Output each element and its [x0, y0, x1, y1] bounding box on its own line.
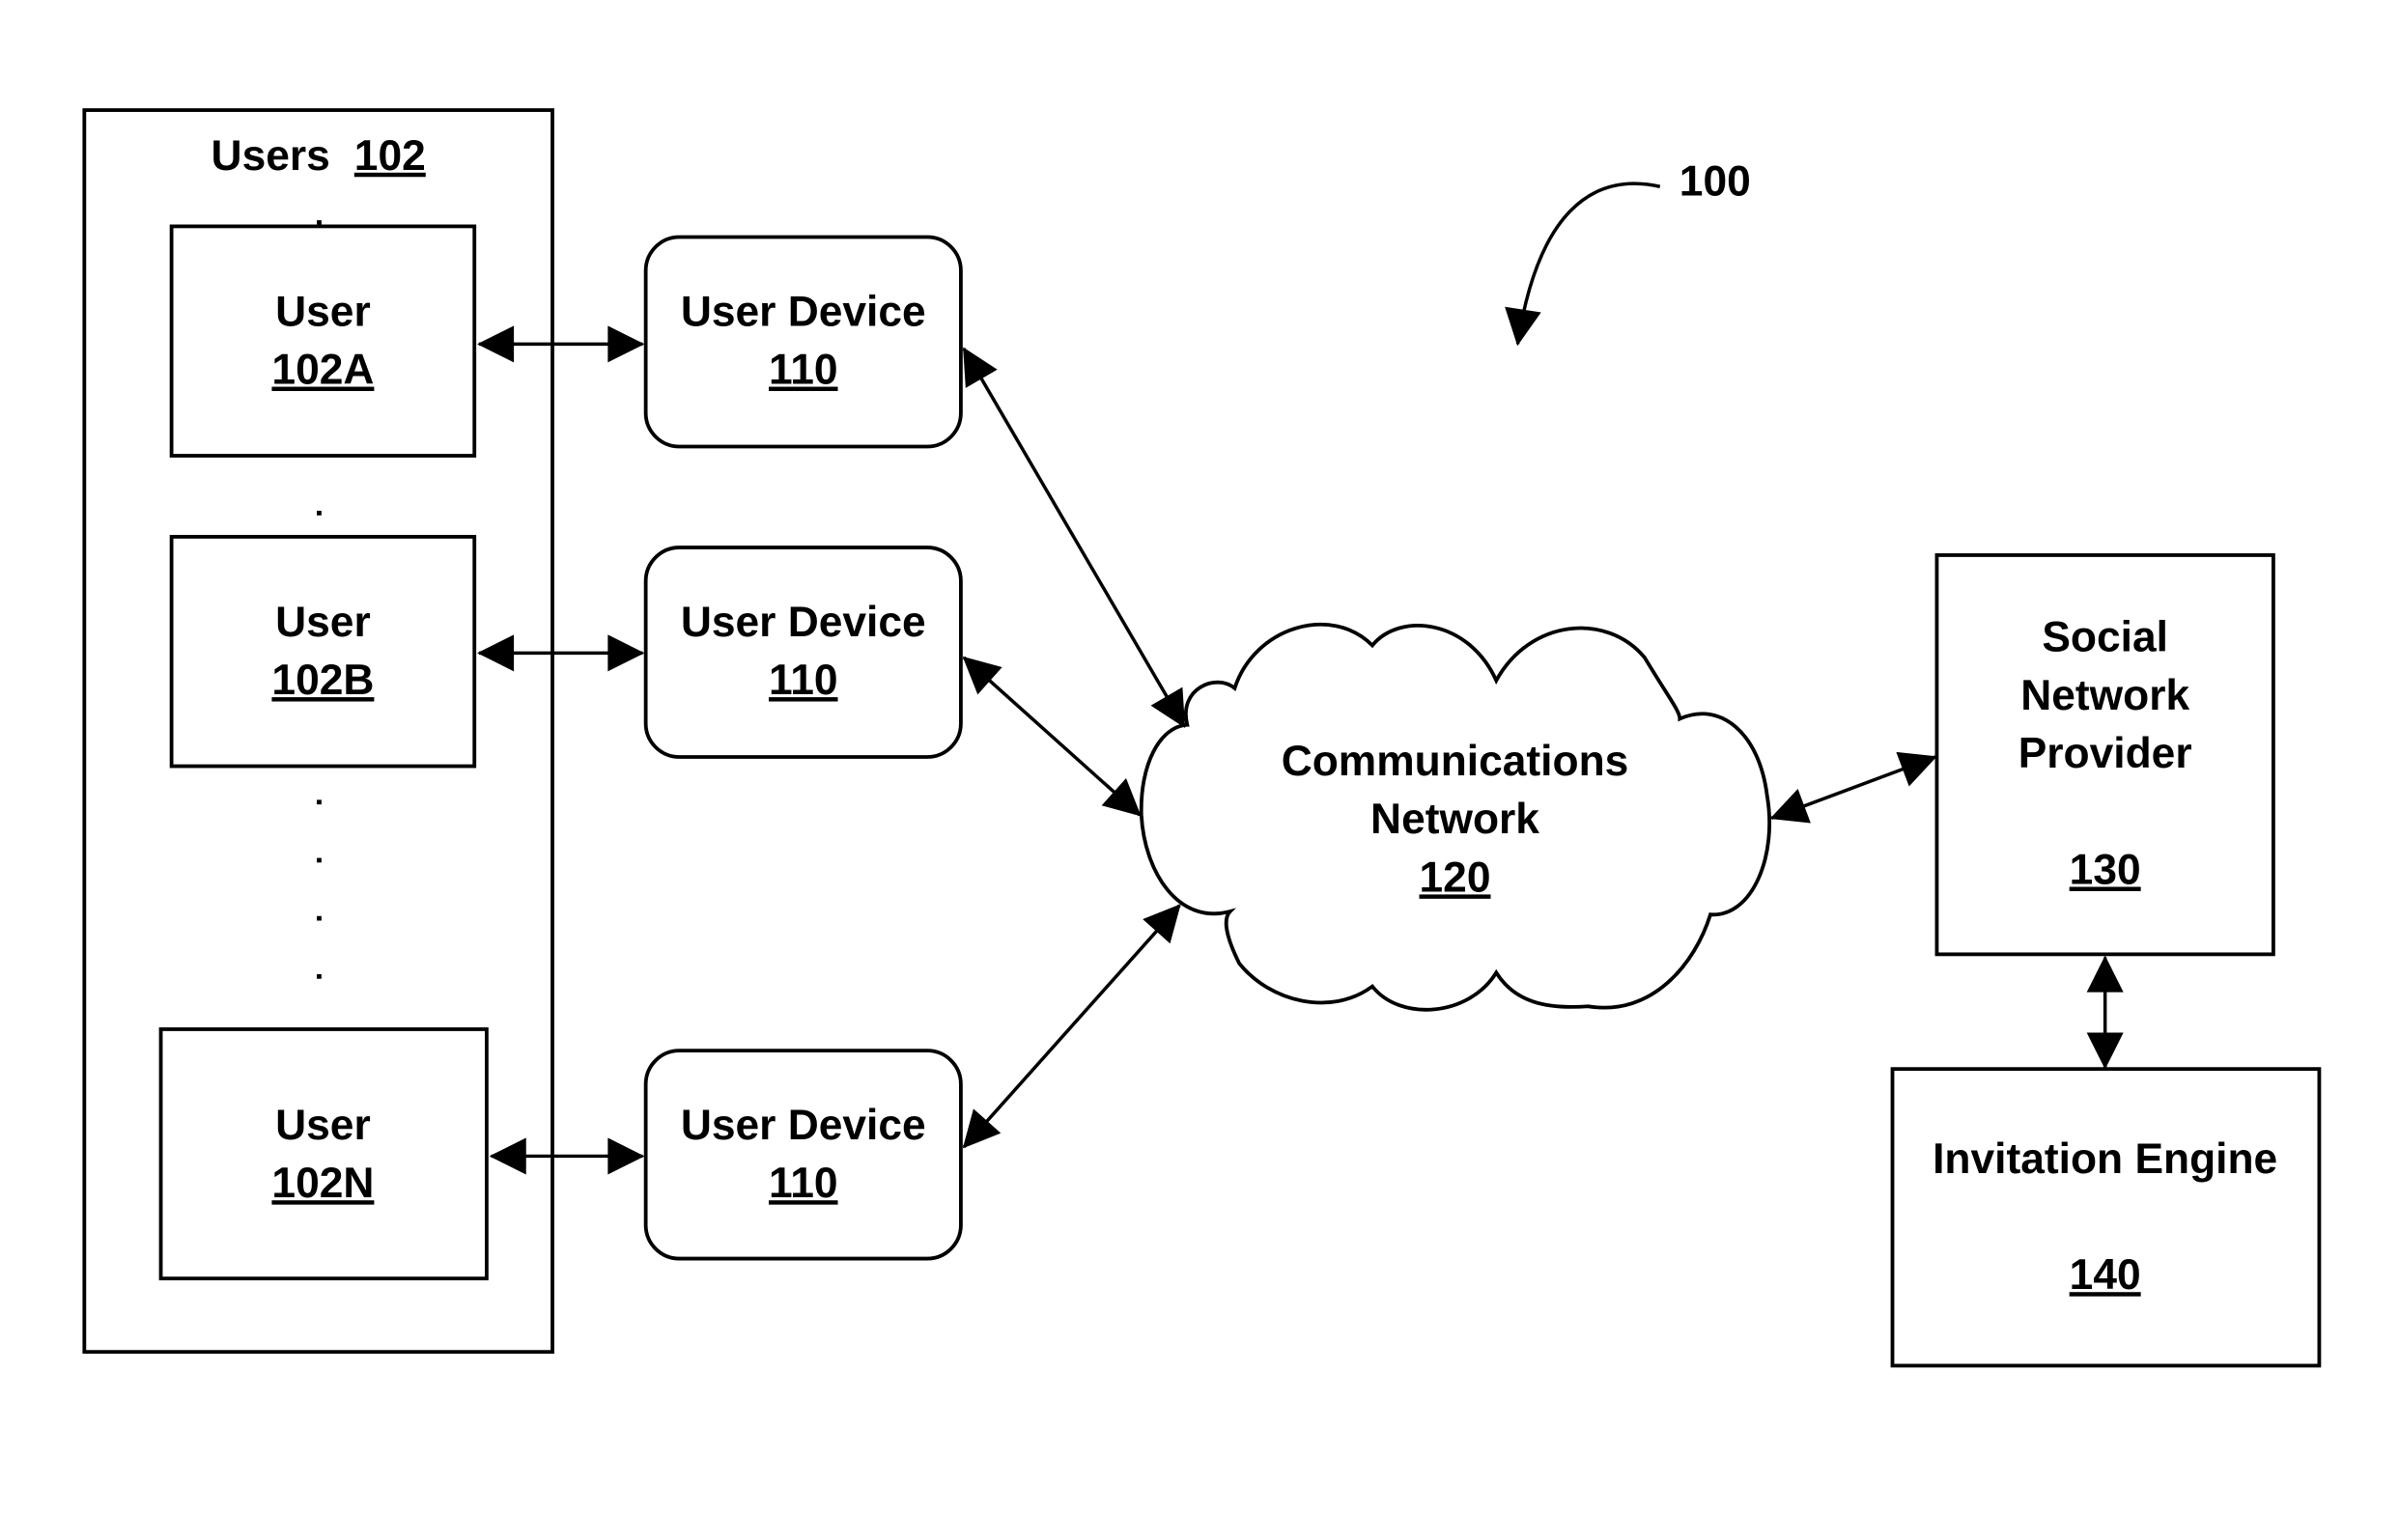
social-network-provider-node[interactable]: Social Network Provider 130 [1934, 553, 2275, 957]
snp-label-line1: Social [2042, 614, 2168, 661]
user-box [169, 535, 477, 769]
user-label: User [275, 1102, 371, 1149]
arrow-device1-network [962, 347, 1186, 729]
user-node-b[interactable]: User 102B [169, 535, 477, 769]
user-ref: 102B [271, 657, 374, 704]
invitation-engine-label: Invitation Engine [1933, 1135, 2277, 1183]
user-box [169, 224, 477, 458]
figure-reference-label: 100 [1679, 158, 1751, 206]
network-ref: 120 [1420, 854, 1491, 901]
user-device-ref: 110 [769, 657, 838, 704]
arrow-network-snp [1769, 751, 1937, 824]
user-box [158, 1027, 489, 1281]
dot [317, 799, 322, 805]
invitation-engine-ref: 140 [2070, 1251, 2141, 1299]
users-group-title: Users 102 [212, 132, 426, 180]
user-node-n[interactable]: User 102N [158, 1027, 489, 1281]
dot [317, 511, 322, 516]
snp-label-line2: Network [2020, 672, 2189, 719]
network-label-line2: Network [1370, 796, 1539, 843]
snp-ref: 130 [2070, 847, 2141, 894]
arrow-device3-network [962, 904, 1181, 1149]
users-group-ref: 102 [354, 132, 426, 180]
users-group-title-text: Users [212, 132, 330, 180]
user-ref: 102A [271, 347, 374, 394]
invitation-engine-node[interactable]: Invitation Engine 140 [1890, 1067, 2322, 1368]
user-device-ref: 110 [769, 1160, 838, 1207]
dot [317, 220, 322, 225]
dot [317, 857, 322, 863]
communications-network-node[interactable]: Communications Network 120 [1139, 622, 1772, 1012]
user-device-node-1[interactable]: User Device 110 [643, 235, 963, 449]
user-device-node-2[interactable]: User Device 110 [643, 546, 963, 759]
system-diagram: Users 102 User 102A User 102B User 102N … [82, 108, 2322, 1368]
network-label-line1: Communications [1282, 738, 1629, 785]
dot [317, 973, 322, 979]
invitation-engine-box [1890, 1067, 2322, 1368]
dot [317, 915, 322, 921]
snp-label-line3: Provider [2018, 730, 2192, 777]
figure-reference: 100 [1505, 158, 1751, 347]
reference-arrow [1505, 182, 1661, 347]
user-device-box [643, 1049, 963, 1261]
user-device-box [643, 235, 963, 449]
user-device-label: User Device [681, 1102, 926, 1149]
user-device-label: User Device [681, 599, 926, 646]
arrow-device2-network [962, 656, 1142, 817]
user-label: User [275, 599, 371, 646]
user-label: User [275, 288, 371, 335]
user-device-node-3[interactable]: User Device 110 [643, 1049, 963, 1261]
user-device-box [643, 546, 963, 759]
user-device-ref: 110 [769, 347, 838, 394]
user-device-label: User Device [681, 288, 926, 335]
user-ref: 102N [271, 1160, 374, 1207]
user-node-a[interactable]: User 102A [169, 224, 477, 458]
